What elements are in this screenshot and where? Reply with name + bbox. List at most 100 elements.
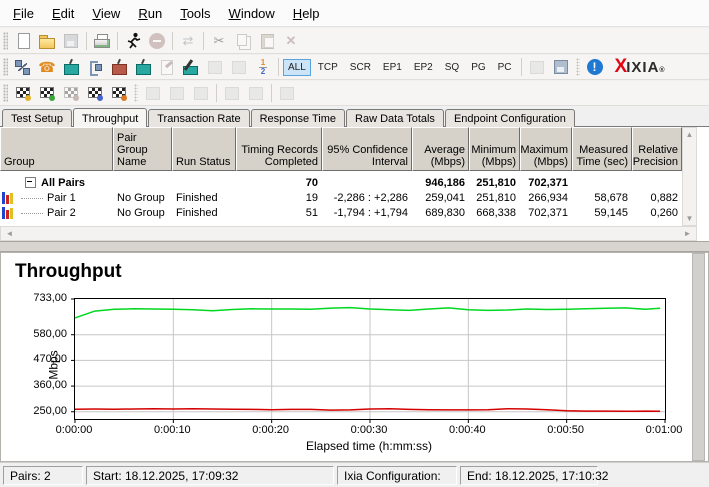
standard-toolbar: ⇄ ✂ ✕ [0, 28, 709, 54]
proto-filter-tcp[interactable]: TCP [313, 59, 343, 76]
cell-precision: 0,882 [650, 191, 678, 204]
connect-pair-icon [222, 83, 242, 103]
vod-pair-icon[interactable] [133, 57, 153, 77]
tab-transaction-rate[interactable]: Transaction Rate [148, 109, 250, 127]
x-tick-label: 0:00:50 [547, 424, 585, 436]
endpoint-icon[interactable] [61, 57, 81, 77]
stop-test-icon [147, 31, 167, 51]
cell-run-status: Finished [176, 206, 218, 219]
replicate-pair-icon [205, 57, 225, 77]
tab-raw-data-totals[interactable]: Raw Data Totals [346, 109, 444, 127]
import-config-icon[interactable] [551, 57, 571, 77]
col-header-minimum[interactable]: Minimum (Mbps) [469, 127, 520, 171]
proto-filter-sq[interactable]: SQ [440, 59, 464, 76]
toolbar-separator [86, 31, 87, 50]
multicast-group-icon[interactable] [85, 57, 105, 77]
compare-tests-icon[interactable] [85, 83, 105, 103]
edit-endpoint-icon[interactable] [181, 57, 201, 77]
pane-splitter[interactable] [0, 241, 709, 252]
col-header-average[interactable]: Average (Mbps) [412, 127, 469, 171]
table-horizontal-scrollbar[interactable]: ◄ ► [0, 226, 697, 241]
menu-window[interactable]: Window [220, 2, 284, 25]
set-priority-icon[interactable]: 1 2 [253, 57, 273, 77]
delete-icon: ✕ [285, 32, 297, 48]
run-test-icon[interactable] [123, 31, 143, 51]
tab-response-time[interactable]: Response Time [250, 109, 346, 127]
print-icon[interactable] [92, 31, 112, 51]
toolbar-grip[interactable] [3, 31, 8, 50]
menu-run[interactable]: Run [129, 2, 171, 25]
col-header-run-status[interactable]: Run Status [172, 127, 236, 171]
table-header-row: Group Pair Group Name Run Status Timing … [0, 127, 682, 171]
table-row-pair-1[interactable]: Pair 1 No Group Finished 19 -2,286 : +2,… [0, 190, 682, 205]
menu-help[interactable]: Help [284, 2, 329, 25]
col-header-confidence-interval[interactable]: 95% Confidence Interval [322, 127, 412, 171]
toolbar-separator [271, 84, 272, 102]
col-header-timing-records[interactable]: Timing Records Completed [236, 127, 322, 171]
col-header-maximum[interactable]: Maximum (Mbps) [520, 127, 572, 171]
menu-view[interactable]: View [83, 2, 129, 25]
status-bar: Pairs: 2 Start: 18.12.2025, 17:09:32 Ixi… [0, 462, 709, 487]
info-icon[interactable]: ! [586, 59, 603, 75]
scroll-right-icon[interactable]: ► [681, 227, 694, 240]
proto-filter-all[interactable]: ALL [283, 58, 311, 76]
proto-filter-scr[interactable]: SCR [345, 59, 376, 76]
tab-endpoint-configuration[interactable]: Endpoint Configuration [444, 109, 575, 127]
col-header-pair-group-name[interactable]: Pair Group Name [113, 127, 172, 171]
collapse-expander-icon[interactable] [25, 177, 36, 188]
toolbar-separator [575, 58, 580, 76]
toolbar-separator [216, 84, 217, 102]
menu-file[interactable]: File [4, 2, 43, 25]
paste-icon [257, 31, 277, 51]
toolbar-grip[interactable] [3, 84, 8, 102]
ixchariot-window: File Edit View Run Tools Window Help ⇄ ✂… [0, 0, 709, 487]
col-header-relative-precision[interactable]: Relative Precision [632, 127, 682, 171]
proto-filter-pc[interactable]: PC [493, 59, 517, 76]
toolbar-separator [203, 31, 204, 50]
new-test-window-icon[interactable] [13, 83, 33, 103]
proto-filter-ep2[interactable]: EP2 [409, 59, 438, 76]
dialup-pair-icon[interactable]: ☎ [37, 57, 57, 77]
proto-filter-ep1[interactable]: EP1 [378, 59, 407, 76]
table-vertical-scrollbar[interactable]: ▲ ▼ [682, 127, 697, 226]
add-test-icon[interactable] [37, 83, 57, 103]
export-icon [527, 57, 547, 77]
cell-average: 946,186 [425, 176, 465, 189]
toolbar-grip[interactable] [3, 58, 8, 76]
y-tick-label: 250,00 [33, 404, 67, 417]
menu-edit[interactable]: Edit [43, 2, 83, 25]
disconnect-pair-icon [246, 83, 266, 103]
toolbar-separator [134, 84, 138, 102]
cell-measured-time: 59,145 [594, 206, 628, 219]
proto-filter-pg[interactable]: PG [466, 59, 490, 76]
new-test-icon[interactable] [13, 31, 33, 51]
refresh-icon: ⇄ [182, 32, 194, 48]
tab-throughput[interactable]: Throughput [72, 108, 148, 127]
video-pair-icon[interactable] [109, 57, 129, 77]
group-label: All Pairs [41, 176, 86, 189]
open-test-icon[interactable] [37, 31, 57, 51]
x-tick-label: 0:00:30 [350, 424, 388, 436]
cell-confidence: -1,794 : +1,794 [333, 206, 408, 219]
scroll-left-icon[interactable]: ◄ [3, 227, 16, 240]
cell-timing: 19 [305, 191, 318, 204]
x-tick-label: 0:00:40 [448, 424, 486, 436]
results-table: Group Pair Group Name Run Status Timing … [0, 127, 682, 220]
table-row-pair-2[interactable]: Pair 2 No Group Finished 51 -1,794 : +1,… [0, 205, 682, 220]
chart-scrollbar-track[interactable] [692, 253, 705, 461]
col-header-group[interactable]: Group [0, 127, 113, 171]
menu-tools[interactable]: Tools [171, 2, 219, 25]
scroll-up-icon[interactable]: ▲ [683, 128, 696, 141]
chart-title: Throughput [15, 261, 122, 282]
cell-measured-time: 58,678 [594, 191, 628, 204]
scroll-down-icon[interactable]: ▼ [683, 212, 696, 225]
verify-pair-icon [143, 83, 163, 103]
cell-average: 259,041 [425, 191, 465, 204]
add-pair-icon[interactable] [13, 57, 33, 77]
tab-test-setup[interactable]: Test Setup [2, 109, 72, 127]
table-row-all-pairs[interactable]: All Pairs 70 946,186 251,810 702,371 [0, 175, 682, 190]
tree-connector [21, 197, 43, 199]
merge-tests-icon[interactable] [109, 83, 129, 103]
cell-maximum: 702,371 [528, 176, 568, 189]
col-header-measured-time[interactable]: Measured Time (sec) [572, 127, 632, 171]
